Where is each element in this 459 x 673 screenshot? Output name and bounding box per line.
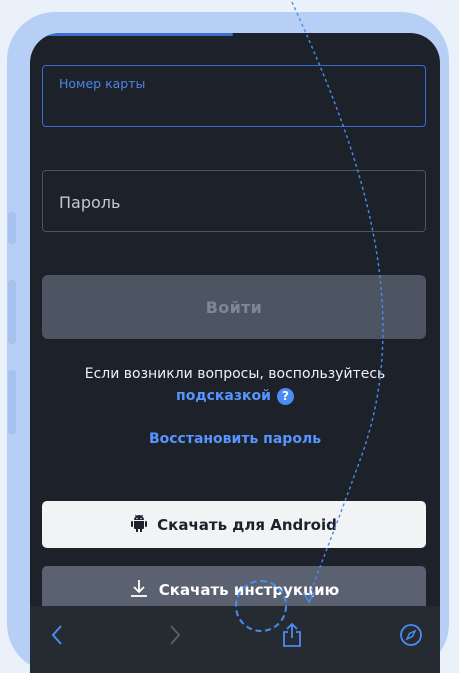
compass-icon[interactable] bbox=[396, 620, 426, 650]
restore-password-link[interactable]: Восстановить пароль bbox=[30, 431, 440, 447]
help-link-label: подсказкой bbox=[176, 388, 271, 404]
highlight-ring bbox=[235, 580, 287, 632]
help-message: Если возникли вопросы, воспользуйтесь bbox=[84, 366, 386, 382]
page-load-progress bbox=[30, 33, 233, 36]
phone-screen: Номер карты Пароль Войти Если возникли в… bbox=[30, 33, 440, 673]
download-icon bbox=[129, 578, 149, 602]
browser-toolbar bbox=[30, 606, 440, 673]
phone-side-button bbox=[8, 212, 16, 244]
share-icon[interactable] bbox=[277, 620, 307, 650]
password-placeholder: Пароль bbox=[59, 193, 121, 212]
card-number-field[interactable]: Номер карты bbox=[42, 65, 426, 127]
back-icon[interactable] bbox=[42, 620, 72, 650]
download-android-label: Скачать для Android bbox=[157, 515, 337, 534]
help-link[interactable]: подсказкой ? bbox=[176, 385, 294, 407]
password-field[interactable]: Пароль bbox=[42, 170, 426, 232]
card-number-input[interactable] bbox=[43, 66, 425, 126]
help-text: Если возникли вопросы, воспользуйтесь по… bbox=[30, 363, 440, 407]
android-icon bbox=[131, 514, 148, 536]
question-icon: ? bbox=[276, 387, 294, 405]
login-button[interactable]: Войти bbox=[42, 275, 426, 339]
phone-side-button bbox=[8, 370, 16, 434]
phone-side-button bbox=[8, 280, 16, 344]
forward-icon[interactable] bbox=[160, 620, 190, 650]
download-android-button[interactable]: Скачать для Android bbox=[42, 501, 426, 548]
